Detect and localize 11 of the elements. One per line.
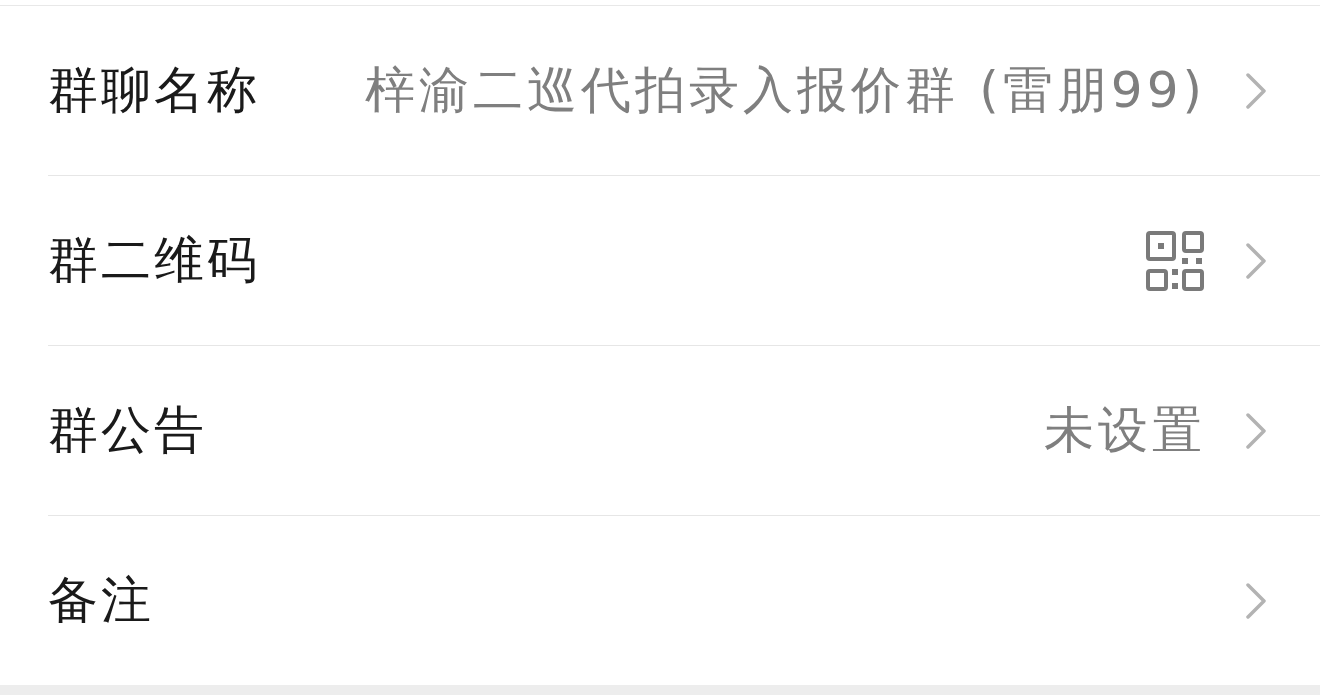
chevron-right-icon[interactable] bbox=[1246, 582, 1266, 619]
row-value: 梓渝二巡代拍录入报价群 (雷朋99) bbox=[365, 60, 1206, 121]
row-value: 未设置 bbox=[1044, 400, 1206, 461]
chevron-right-icon[interactable] bbox=[1246, 242, 1266, 279]
row-label: 群聊名称 bbox=[48, 60, 260, 121]
chevron-right-icon[interactable] bbox=[1246, 72, 1266, 109]
chevron-right-icon[interactable] bbox=[1246, 412, 1266, 449]
row-label: 群公告 bbox=[48, 400, 207, 461]
row-label: 备注 bbox=[48, 570, 154, 631]
row-label: 群二维码 bbox=[48, 230, 260, 291]
qr-code-icon[interactable] bbox=[1146, 230, 1206, 291]
